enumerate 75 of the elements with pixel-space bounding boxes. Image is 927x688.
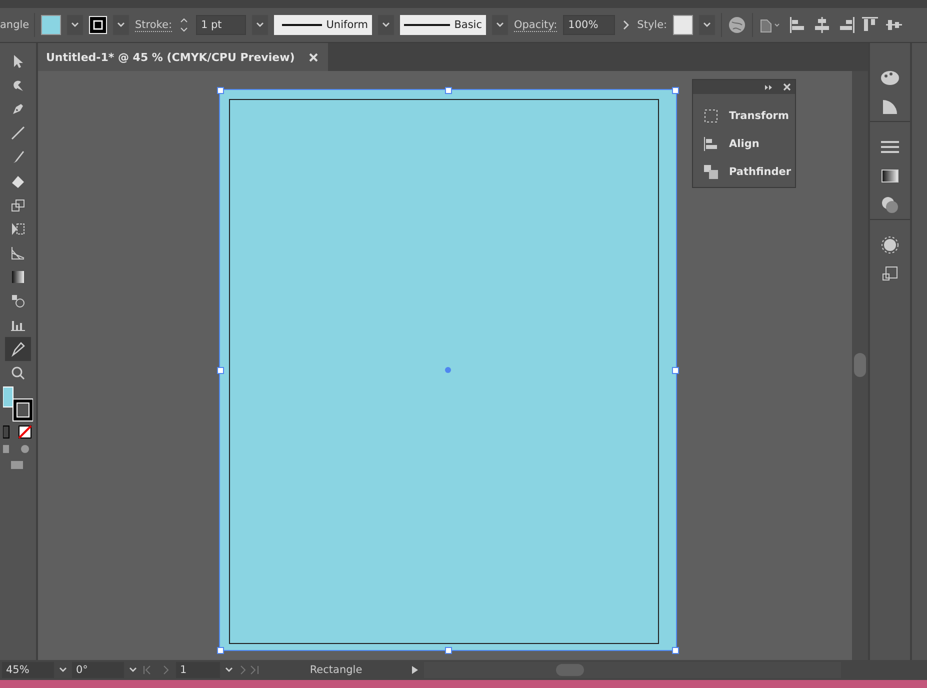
appearance-icon[interactable] xyxy=(881,236,899,254)
panel-item-label: Transform xyxy=(729,110,789,122)
close-icon[interactable] xyxy=(308,52,318,62)
globe-icon[interactable] xyxy=(728,16,746,34)
chevron-down-icon[interactable] xyxy=(128,666,138,674)
color-guide-icon[interactable] xyxy=(881,98,899,116)
tool-name-label: angle xyxy=(0,19,28,31)
stroke-line-icon xyxy=(282,23,322,27)
selection-handle[interactable] xyxy=(672,647,679,654)
stroke-lines-icon[interactable] xyxy=(881,140,899,154)
fill-swatch[interactable] xyxy=(41,15,61,35)
document-tab[interactable]: Untitled-1* @ 45 % (CMYK/CPU Preview) xyxy=(38,43,328,71)
shape-builder-icon xyxy=(10,293,26,309)
play-icon[interactable] xyxy=(410,665,420,675)
transform-icon xyxy=(703,108,719,124)
zoom-field[interactable]: 45% xyxy=(2,662,54,678)
chevron-down-icon[interactable] xyxy=(58,666,68,674)
stroke-label[interactable]: Stroke: xyxy=(135,18,172,32)
stroke-weight-field[interactable]: 1 pt xyxy=(196,15,246,35)
selection-handle[interactable] xyxy=(445,647,452,654)
gradient-icon[interactable] xyxy=(881,168,899,182)
gradient-icon xyxy=(10,269,26,285)
artboard-number-field[interactable]: 1 xyxy=(176,662,220,678)
transparency-icon[interactable] xyxy=(881,196,899,214)
close-icon[interactable] xyxy=(783,83,791,91)
chevron-right-icon[interactable] xyxy=(621,19,632,31)
scrollbar-thumb[interactable] xyxy=(556,664,584,676)
opacity-field[interactable]: 100% xyxy=(563,15,616,35)
selection-handle[interactable] xyxy=(217,87,224,94)
chevron-down-icon[interactable] xyxy=(702,21,712,29)
line-icon xyxy=(10,125,26,141)
free-transform-icon xyxy=(10,221,26,237)
eyedropper-icon xyxy=(10,341,26,357)
panel-item-label: Align xyxy=(729,138,760,150)
selection-handle[interactable] xyxy=(672,87,679,94)
panel-item[interactable]: Transform xyxy=(693,102,795,130)
selection-handle[interactable] xyxy=(445,87,452,94)
chevron-down-icon[interactable] xyxy=(70,21,80,29)
align-top-icon[interactable] xyxy=(861,16,880,34)
align-center-icon[interactable] xyxy=(813,16,832,34)
profile-dropdown[interactable]: Uniform xyxy=(274,15,372,35)
style-swatch[interactable] xyxy=(673,15,694,35)
rotation-field[interactable]: 0° xyxy=(72,662,124,678)
opacity-label[interactable]: Opacity: xyxy=(514,18,558,32)
palette-icon[interactable] xyxy=(880,68,900,86)
chevron-down-icon[interactable] xyxy=(255,21,265,29)
panel-item[interactable]: Align xyxy=(693,130,795,158)
selection-handle[interactable] xyxy=(217,647,224,654)
perspective-grid-icon xyxy=(10,245,26,261)
search-icon xyxy=(10,365,26,381)
chevron-down-icon[interactable] xyxy=(116,21,126,29)
style-label: Style: xyxy=(637,19,668,31)
scrollbar-thumb[interactable] xyxy=(854,353,866,377)
layers-icon[interactable] xyxy=(881,264,899,282)
scale-icon xyxy=(10,197,26,213)
current-tool-label: Rectangle xyxy=(308,664,364,676)
panel-item-label: Pathfinder xyxy=(729,166,792,178)
expand-icon[interactable] xyxy=(764,84,773,90)
align-icon xyxy=(703,136,719,152)
stroke-line-icon xyxy=(404,23,450,27)
selection-handle[interactable] xyxy=(672,367,679,374)
pen-icon xyxy=(10,101,26,117)
brush-dropdown[interactable]: Basic xyxy=(400,15,486,35)
selection-handle[interactable] xyxy=(217,367,224,374)
stroke-swatch-icon[interactable] xyxy=(89,16,107,34)
center-point xyxy=(445,367,451,373)
eraser-icon xyxy=(10,173,26,189)
none-swatch-icon[interactable] xyxy=(3,425,33,439)
pathfinder-icon xyxy=(703,164,719,180)
chevron-down-icon[interactable] xyxy=(224,666,234,674)
chevron-down-icon[interactable] xyxy=(495,21,505,29)
chevron-down-icon[interactable] xyxy=(381,21,391,29)
align-right-icon[interactable] xyxy=(837,16,856,34)
tool-button[interactable] xyxy=(5,337,31,361)
panel-item[interactable]: Pathfinder xyxy=(693,158,795,186)
